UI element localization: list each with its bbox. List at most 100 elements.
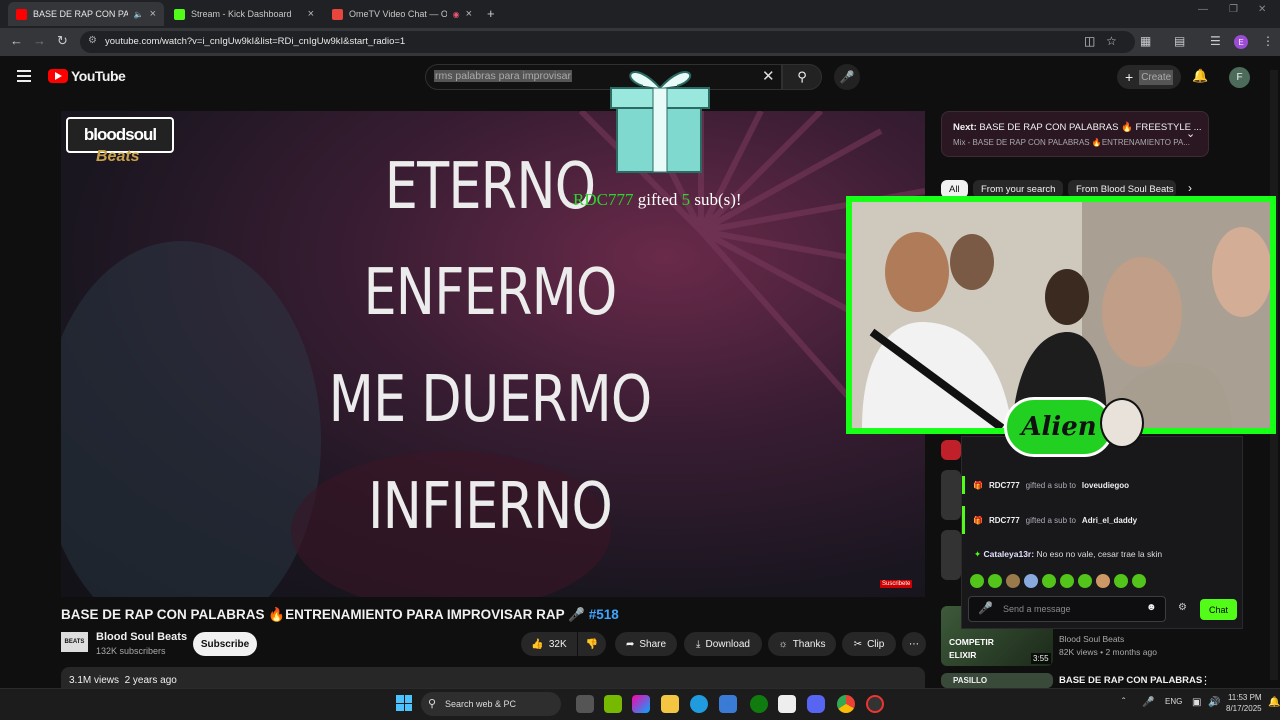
- clip-button[interactable]: ✂ Clip: [842, 632, 896, 656]
- notepad-icon[interactable]: [778, 695, 796, 713]
- voice-search-button[interactable]: 🎤: [834, 64, 860, 90]
- more-vertical-icon[interactable]: ⋮: [1200, 674, 1211, 687]
- clock[interactable]: 11:53 PM 8/17/2025: [1226, 692, 1262, 714]
- emote-icon[interactable]: [1042, 574, 1056, 588]
- hashtag-link[interactable]: #518: [589, 607, 619, 622]
- clear-search-icon[interactable]: ✕: [762, 67, 775, 85]
- emote-icon[interactable]: [970, 574, 984, 588]
- reload-icon[interactable]: ↻: [57, 33, 68, 49]
- menu-icon[interactable]: [17, 70, 31, 82]
- search-query[interactable]: rms palabras para improvisar: [434, 70, 572, 82]
- plus-icon: +: [1125, 69, 1134, 85]
- video-title[interactable]: BASE DE RAP CON PALABRAS: [1059, 675, 1202, 686]
- settings-gear-icon[interactable]: ⚙: [1178, 602, 1187, 613]
- alien-logo: Alien: [1004, 397, 1114, 457]
- emote-icon[interactable]: [1096, 574, 1110, 588]
- xbox-icon[interactable]: [750, 695, 768, 713]
- chevron-right-icon[interactable]: ›: [1188, 181, 1192, 195]
- notifications-bell-icon[interactable]: 🔔: [1192, 68, 1208, 84]
- edge-icon[interactable]: [690, 695, 708, 713]
- bookmark-star-icon[interactable]: ☆: [1106, 34, 1117, 48]
- new-tab-icon[interactable]: +: [487, 6, 495, 21]
- back-icon[interactable]: ←: [10, 33, 23, 48]
- network-icon[interactable]: ▣: [1192, 697, 1201, 708]
- video-duration: 3:55: [1031, 653, 1051, 664]
- close-tab-icon[interactable]: ×: [308, 8, 314, 20]
- create-button[interactable]: + Create: [1117, 65, 1181, 89]
- search-button[interactable]: ⚲: [782, 64, 822, 90]
- microphone-icon[interactable]: 🎤: [978, 601, 993, 615]
- chat-message: 🎁 RDC777 gifted a sub to Adri_el_daddy: [962, 506, 1242, 534]
- task-view-icon[interactable]: [576, 695, 594, 713]
- site-info-icon[interactable]: ⚙: [88, 35, 97, 46]
- emote-icon[interactable]: [988, 574, 1002, 588]
- minimize-icon[interactable]: —: [1198, 4, 1208, 15]
- notification-icon[interactable]: 🔔: [1268, 697, 1280, 708]
- channel-watermark-sub: Beats: [96, 148, 140, 165]
- video-thumbnail[interactable]: [941, 530, 961, 580]
- tab-youtube[interactable]: BASE DE RAP CON PALABR 🔈 ×: [8, 2, 164, 26]
- channel-name[interactable]: Blood Soul Beats: [96, 631, 187, 643]
- tray-overflow-icon[interactable]: ˆ: [1122, 697, 1125, 708]
- emote-icon[interactable]: [1024, 574, 1038, 588]
- browser-menu-icon[interactable]: ⋮: [1262, 34, 1274, 48]
- obs-icon[interactable]: [866, 695, 884, 713]
- emoji-icon[interactable]: ☻: [1146, 602, 1157, 613]
- restore-icon[interactable]: ❐: [1229, 4, 1238, 15]
- up-next-panel[interactable]: [941, 111, 1209, 157]
- share-icon: ➦: [625, 638, 635, 650]
- copilot-icon[interactable]: [632, 695, 650, 713]
- emote-icon[interactable]: [1006, 574, 1020, 588]
- chat-message: 🎁 RDC777 gifted a sub to loveudiegoo: [962, 476, 1242, 494]
- youtube-play-icon: [48, 69, 68, 83]
- video-thumbnail[interactable]: [941, 470, 961, 520]
- emote-icon[interactable]: [1132, 574, 1146, 588]
- emote-icon[interactable]: [1114, 574, 1128, 588]
- chrome-icon[interactable]: [837, 695, 855, 713]
- volume-icon[interactable]: 🔊: [1208, 697, 1220, 708]
- cast-icon[interactable]: ◫: [1084, 34, 1095, 48]
- extensions-icon[interactable]: ▦: [1140, 34, 1151, 48]
- close-window-icon[interactable]: ✕: [1258, 4, 1266, 15]
- video-channel[interactable]: Blood Soul Beats: [1059, 634, 1124, 644]
- file-explorer-icon[interactable]: [661, 695, 679, 713]
- tab-ometv[interactable]: OmeTV Video Chat — Ome ◉ ×: [324, 2, 480, 26]
- close-tab-icon[interactable]: ×: [466, 8, 472, 20]
- mic-tray-icon[interactable]: 🎤: [1142, 697, 1154, 708]
- gift-alert: RDC777 gifted 5 sub(s)!: [573, 190, 742, 209]
- emote-icon[interactable]: [1078, 574, 1092, 588]
- video-thumbnail[interactable]: [941, 440, 961, 460]
- subscribe-button[interactable]: Subscribe: [193, 632, 257, 656]
- tab-kick-dashboard[interactable]: Stream - Kick Dashboard ×: [166, 2, 322, 26]
- youtube-logo[interactable]: YouTube: [48, 68, 126, 84]
- close-tab-icon[interactable]: ×: [150, 8, 156, 20]
- url-text[interactable]: youtube.com/watch?v=i_cnIgUw9kI&list=RDi…: [105, 36, 405, 47]
- discord-icon[interactable]: [807, 695, 825, 713]
- dislike-button[interactable]: 👎: [578, 632, 606, 656]
- share-button[interactable]: ➦ Share: [615, 632, 677, 656]
- like-button[interactable]: 👍 32K: [521, 632, 577, 656]
- up-next-subtitle: Mix - BASE DE RAP CON PALABRAS 🔥ENTRENAM…: [953, 138, 1190, 147]
- chevron-down-icon[interactable]: ⌄: [1186, 127, 1195, 140]
- chat-message-input[interactable]: Send a message: [968, 596, 1166, 622]
- download-icon: ⤓: [696, 638, 701, 650]
- sidebar-icon[interactable]: ▤: [1174, 34, 1185, 48]
- nvidia-icon[interactable]: [604, 695, 622, 713]
- store-icon[interactable]: [719, 695, 737, 713]
- video-thumbnail[interactable]: PASILLO: [941, 673, 1053, 688]
- more-actions-button[interactable]: ⋯: [902, 632, 926, 656]
- taskbar-search[interactable]: Search web & PC: [421, 692, 561, 716]
- language-indicator[interactable]: ENG: [1165, 697, 1182, 706]
- profile-avatar[interactable]: E: [1234, 35, 1248, 49]
- more-horizontal-icon: ⋯: [909, 638, 919, 650]
- speaker-icon[interactable]: 🔈: [134, 10, 144, 19]
- channel-avatar[interactable]: BEATS: [61, 632, 88, 652]
- account-avatar[interactable]: F: [1229, 67, 1250, 88]
- download-button[interactable]: ⤓ Download: [684, 632, 762, 656]
- reading-list-icon[interactable]: ☰: [1210, 34, 1221, 48]
- emote-icon[interactable]: [1060, 574, 1074, 588]
- thanks-button[interactable]: ☼ Thanks: [768, 632, 836, 656]
- forward-icon[interactable]: →: [33, 33, 46, 48]
- chat-send-button[interactable]: Chat: [1200, 599, 1237, 620]
- windows-start-icon[interactable]: [396, 695, 412, 711]
